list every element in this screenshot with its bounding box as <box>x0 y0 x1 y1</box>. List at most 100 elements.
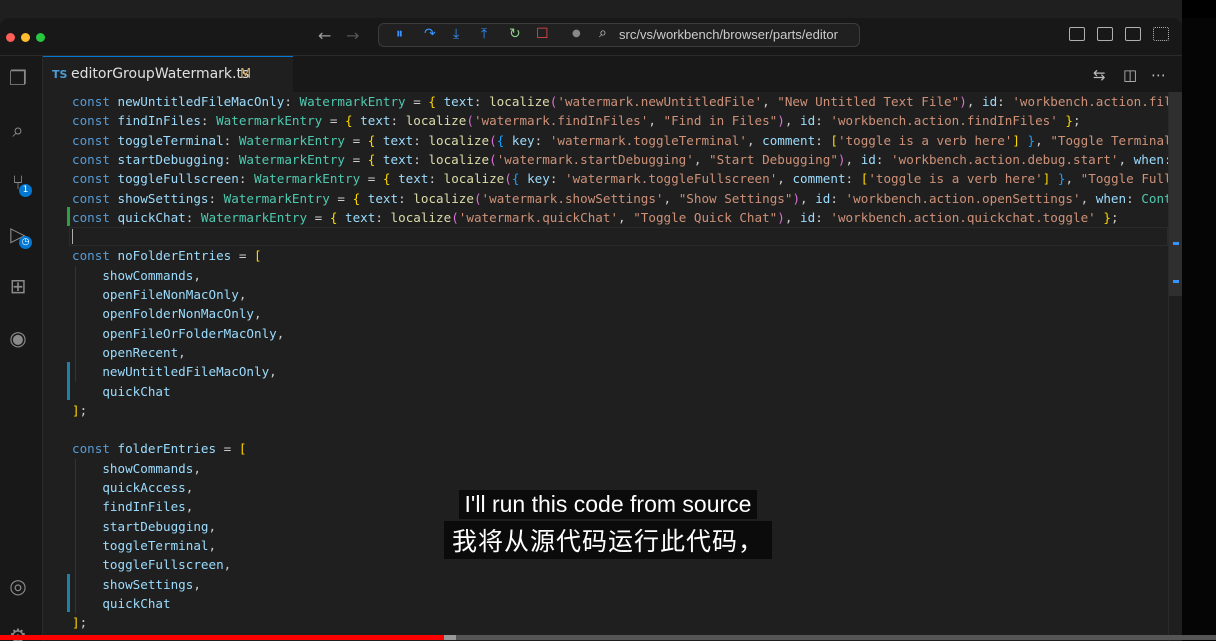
zoom-window-button[interactable] <box>36 33 45 42</box>
toggle-secondary-sidebar-icon[interactable] <box>1125 27 1141 41</box>
code-token: = <box>216 441 239 457</box>
code-token: const <box>72 113 118 129</box>
code-token: { <box>428 94 436 109</box>
code-token: ( <box>489 132 497 148</box>
code-token: const <box>72 190 118 206</box>
code-token: comment <box>762 132 816 148</box>
toggle-primary-sidebar-icon[interactable] <box>1069 27 1085 41</box>
stop-icon[interactable]: ☐ <box>536 26 549 42</box>
code-line: const findInFiles: WatermarkEntry = { te… <box>72 111 1081 130</box>
modified-indicator: M <box>240 67 252 82</box>
code-token: openRecent <box>102 344 179 360</box>
code-token: folderEntries <box>117 441 217 457</box>
code-token: 'workbench.action.files <box>1012 94 1182 109</box>
toggle-panel-icon[interactable] <box>1097 27 1113 41</box>
code-token: = <box>360 171 383 187</box>
command-center[interactable]: ⏸ ↷ ⤓ ⤒ ↻ ☐ ● ⌕ src/vs/workbench/browser… <box>378 23 860 47</box>
code-token: quickChat <box>102 383 171 399</box>
code-token: when <box>1095 190 1127 206</box>
code-token: "Toggle Full S <box>1080 171 1182 187</box>
typescript-file-icon: TS <box>52 68 68 81</box>
code-token: , <box>1080 190 1096 206</box>
code-token: const <box>72 151 118 167</box>
explorer-icon[interactable]: ❐ <box>6 66 30 90</box>
code-token: toggleFullscreen <box>117 171 239 187</box>
code-token: 'watermark.showSettings' <box>481 190 664 206</box>
code-token: : <box>398 190 414 206</box>
code-token: localize <box>443 171 505 187</box>
code-token: openFileOrFolderMacOnly <box>102 325 277 341</box>
code-token: ] <box>1012 132 1020 148</box>
minimize-window-button[interactable] <box>21 33 30 42</box>
code-token: , <box>784 113 801 129</box>
code-token: showSettings <box>117 190 209 206</box>
back-arrow-icon[interactable]: ← <box>318 26 331 45</box>
scrollbar-marker <box>1173 280 1179 283</box>
code-token: comment <box>792 171 846 187</box>
breadcrumb-path[interactable]: src/vs/workbench/browser/parts/editor <box>619 27 838 42</box>
code-token: : <box>390 113 406 129</box>
code-token: WatermarkEntry <box>238 132 345 148</box>
code-token: const <box>72 171 118 187</box>
forward-arrow-icon[interactable]: → <box>346 26 359 45</box>
code-token: const <box>72 441 118 457</box>
code-token: toggleFullscreen <box>102 557 224 573</box>
scrollbar-thumb[interactable] <box>1169 92 1182 296</box>
code-token: "Show Settings" <box>678 190 793 206</box>
code-line: const folderEntries = [ <box>72 439 246 458</box>
github-icon[interactable]: ◉ <box>6 326 30 350</box>
code-token: ( <box>489 151 497 167</box>
code-token: 'watermark.toggleTerminal' <box>549 132 747 148</box>
code-token: newUntitledFileMacOnly <box>117 94 285 109</box>
tab-editor-group-watermark[interactable]: TS editorGroupWatermark.ts M <box>43 56 293 93</box>
close-window-button[interactable] <box>6 33 15 42</box>
code-token: 'watermark.newUntitledFile' <box>557 94 763 109</box>
code-line: quickChat <box>72 594 170 613</box>
open-changes-icon[interactable]: ⇆ <box>1093 66 1106 84</box>
restart-icon[interactable]: ↻ <box>509 26 521 42</box>
code-token: 'watermark.quickChat' <box>458 209 619 225</box>
step-into-icon[interactable]: ⤓ <box>453 26 459 42</box>
code-token: 'workbench.action.quickchat.toggle' <box>830 209 1096 225</box>
code-token: : <box>413 132 429 148</box>
code-token: [ <box>830 132 838 148</box>
code-token: showCommands <box>102 460 194 476</box>
split-editor-icon[interactable]: ◫ <box>1123 66 1137 84</box>
step-out-icon[interactable]: ⤒ <box>481 26 487 42</box>
video-progress-bar[interactable] <box>0 635 1216 640</box>
code-line: showCommands, <box>72 266 201 285</box>
code-token: 'watermark.findInFiles' <box>473 113 649 129</box>
code-token: 'watermark.toggleFullscreen' <box>564 171 778 187</box>
code-token: [ <box>238 441 247 457</box>
drag-handle-icon[interactable]: ● <box>572 28 581 39</box>
search-icon[interactable]: ⌕ <box>6 118 30 142</box>
customize-layout-icon[interactable] <box>1153 27 1169 41</box>
code-token: } <box>1027 132 1036 148</box>
extensions-icon[interactable]: ⊞ <box>6 274 30 298</box>
text-cursor <box>72 229 73 244</box>
code-token: const <box>72 248 118 264</box>
pause-icon[interactable]: ⏸ <box>396 26 403 42</box>
code-token: WatermarkEntry <box>200 209 308 225</box>
code-token: localize <box>390 209 452 225</box>
code-token: startDebugging <box>117 151 224 167</box>
code-token: localize <box>428 132 490 148</box>
accounts-icon[interactable]: ◎ <box>6 574 30 598</box>
step-over-icon[interactable]: ↷ <box>424 26 436 42</box>
code-token: ( <box>473 190 482 206</box>
more-actions-icon[interactable]: ⋯ <box>1151 66 1166 84</box>
code-token: , <box>223 557 232 573</box>
code-token: ] <box>72 402 80 418</box>
code-token: id <box>800 209 816 225</box>
code-token: quickChat <box>117 209 186 225</box>
code-line: quickChat <box>72 382 171 401</box>
code-line: ]; <box>72 401 87 420</box>
code-token: { <box>344 113 353 129</box>
